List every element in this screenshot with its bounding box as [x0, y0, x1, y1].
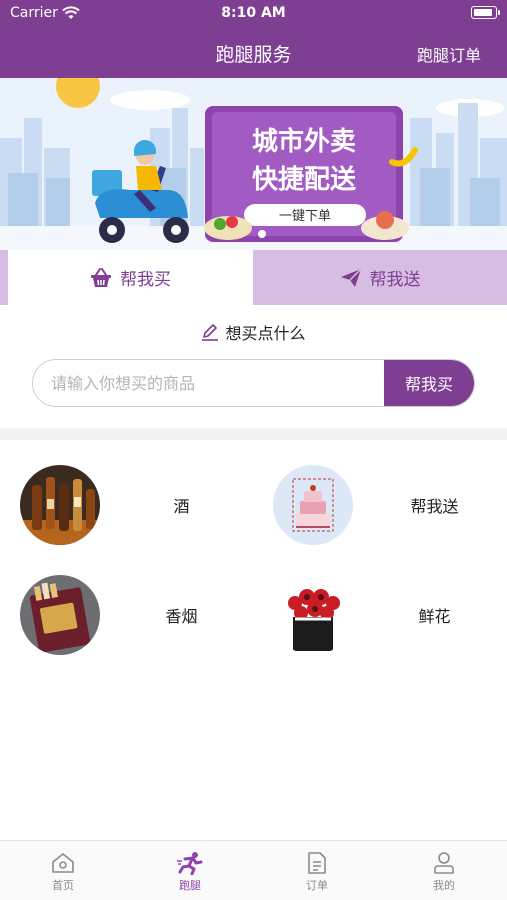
clock: 8:10 AM — [221, 5, 286, 21]
header: Carrier 8:10 AM 跑腿服务 跑腿订单 — [0, 0, 507, 78]
flowers-image — [273, 575, 353, 655]
search-input[interactable] — [33, 360, 385, 406]
screen: Carrier 8:10 AM 跑腿服务 跑腿订单 城市外卖 快捷配送 一键下单… — [0, 0, 507, 900]
banner-illustration: 城市外卖 快捷配送 一键下单 — [0, 78, 507, 250]
tabbar-item-orders[interactable]: 订单 — [254, 841, 380, 900]
tabbar-label: 首页 — [52, 879, 74, 892]
liquor-image — [20, 465, 100, 545]
tabbar-label: 我的 — [433, 879, 455, 892]
tab-send-for-me[interactable]: 帮我送 — [253, 250, 507, 305]
category-label: 帮我送 — [410, 497, 459, 516]
errand-orders-link[interactable]: 跑腿订单 — [417, 42, 481, 66]
tabbar-label: 跑腿 — [179, 879, 201, 892]
tab-send-label: 帮我送 — [369, 270, 421, 290]
category-liquor[interactable]: 酒 — [0, 455, 253, 555]
category-deliver[interactable]: 帮我送 — [253, 455, 506, 555]
document-icon — [308, 852, 326, 874]
tab-buy-for-me[interactable]: 帮我买 — [0, 250, 253, 305]
home-icon — [52, 853, 74, 873]
category-label: 香烟 — [165, 607, 198, 626]
status-bar: Carrier 8:10 AM — [0, 0, 507, 28]
section-title: 想买点什么 — [0, 320, 507, 344]
cake-image — [273, 465, 353, 545]
banner-line2: 快捷配送 — [252, 165, 356, 195]
category-label: 鲜花 — [418, 607, 451, 626]
section-title-text: 想买点什么 — [225, 324, 306, 343]
tabbar-item-home[interactable]: 首页 — [0, 841, 126, 900]
promo-banner[interactable]: 城市外卖 快捷配送 一键下单 — [0, 78, 507, 250]
user-icon — [434, 852, 454, 874]
basket-icon — [91, 267, 111, 287]
runner-icon — [177, 852, 203, 875]
service-tabs: 帮我买 帮我送 — [0, 250, 507, 305]
tab-buy-label: 帮我买 — [120, 270, 171, 290]
cigarette-image — [20, 575, 100, 655]
category-cigarettes[interactable]: 香烟 — [0, 565, 253, 665]
banner-line1: 城市外卖 — [252, 126, 356, 157]
tabbar-label: 订单 — [306, 879, 328, 892]
buy-for-me-button[interactable]: 帮我买 — [384, 360, 474, 406]
tabbar-item-profile[interactable]: 我的 — [381, 841, 507, 900]
bottom-tab-bar: 首页 跑腿 订单 我的 — [0, 840, 507, 900]
section-divider — [0, 428, 507, 440]
category-label: 酒 — [173, 497, 190, 516]
pencil-icon — [202, 324, 219, 341]
banner-order-button[interactable]: 一键下单 — [279, 209, 331, 224]
nav-bar: 跑腿服务 跑腿订单 — [0, 28, 507, 78]
battery-icon — [471, 6, 500, 19]
paper-plane-icon — [340, 267, 362, 287]
search-bar: 帮我买 — [32, 359, 475, 407]
category-flowers[interactable]: 鲜花 — [253, 565, 506, 665]
tabbar-item-errand[interactable]: 跑腿 — [127, 841, 253, 900]
